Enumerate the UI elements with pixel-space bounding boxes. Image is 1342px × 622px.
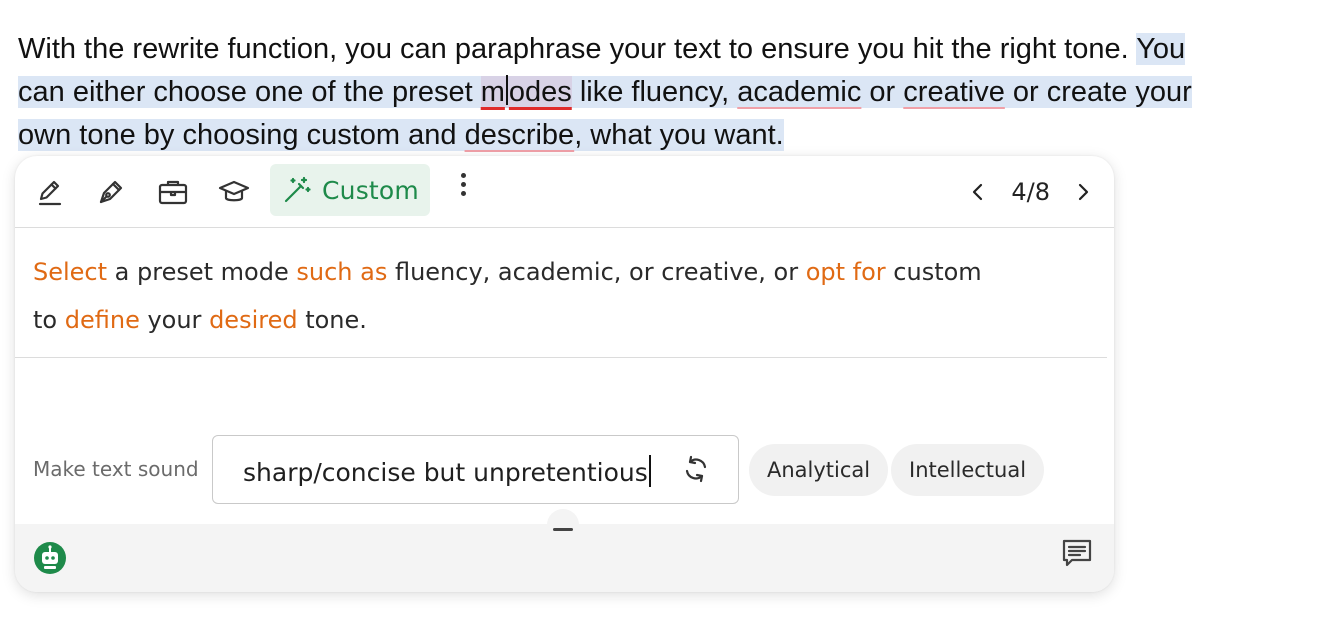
custom-mode-label: Custom bbox=[322, 175, 419, 205]
doc-text-selected: can either choose one of the preset bbox=[18, 76, 481, 108]
more-vertical-icon[interactable] bbox=[451, 170, 475, 204]
mode-toolbar: Custom 4/8 bbox=[15, 156, 1114, 228]
text-cursor bbox=[648, 455, 651, 487]
changed-word: desired bbox=[209, 306, 298, 334]
changed-word: such as bbox=[296, 258, 388, 286]
suggestion-text: fluency, academic, or creative, or bbox=[387, 258, 806, 286]
page-indicator: 4/8 bbox=[1011, 178, 1050, 206]
suggestion-pager: 4/8 bbox=[967, 172, 1094, 212]
briefcase-icon[interactable] bbox=[151, 170, 195, 214]
suggestion-text: tone. bbox=[297, 306, 367, 334]
tone-chip[interactable]: Intellectual bbox=[891, 444, 1045, 496]
custom-mode-button[interactable]: Custom bbox=[270, 164, 430, 216]
document-text[interactable]: With the rewrite function, you can parap… bbox=[18, 28, 1338, 157]
graduation-cap-icon[interactable] bbox=[212, 170, 256, 214]
doc-flagged-word[interactable]: academic bbox=[737, 76, 861, 108]
rewrite-panel: Custom 4/8 Select a preset mode such as … bbox=[15, 156, 1114, 592]
changed-word: Select bbox=[33, 258, 108, 286]
doc-misspelled-word[interactable]: m odes bbox=[480, 75, 572, 108]
chevron-right-icon[interactable] bbox=[1072, 181, 1094, 203]
doc-text-selected: own tone by choosing custom and bbox=[18, 119, 465, 151]
text-cursor bbox=[505, 75, 508, 105]
suggestion-text: a preset mode bbox=[107, 258, 297, 286]
refresh-icon[interactable] bbox=[680, 453, 712, 485]
tone-label: Make text sound bbox=[33, 457, 199, 481]
chevron-left-icon[interactable] bbox=[967, 181, 989, 203]
rewrite-suggestion[interactable]: Select a preset mode such as fluency, ac… bbox=[33, 248, 1093, 344]
tone-input-value: sharp/concise but unpretentious bbox=[243, 458, 648, 487]
suggestion-text: custom bbox=[885, 258, 982, 286]
doc-text-selected: or bbox=[861, 76, 904, 108]
pen-nib-icon[interactable] bbox=[89, 170, 133, 214]
tone-input[interactable]: sharp/concise but unpretentious bbox=[212, 435, 739, 504]
doc-text-selected: You bbox=[1136, 33, 1186, 65]
doc-flagged-word[interactable]: describe bbox=[465, 119, 575, 151]
divider bbox=[15, 357, 1107, 358]
tone-row: Make text sound sharp/concise but unpret… bbox=[15, 435, 1114, 505]
pencil-line-icon[interactable] bbox=[28, 170, 72, 214]
doc-text-selected: like fluency, bbox=[571, 76, 738, 108]
suggestion-text: your bbox=[139, 306, 210, 334]
doc-text-selected: or create your bbox=[1004, 76, 1192, 108]
doc-text: With the rewrite function, you can parap… bbox=[18, 33, 1137, 65]
tone-chip[interactable]: Analytical bbox=[749, 444, 889, 496]
feedback-icon[interactable] bbox=[1060, 536, 1094, 570]
collapse-handle[interactable] bbox=[547, 509, 579, 541]
doc-text-selected: , what you want. bbox=[574, 119, 784, 151]
assistant-bot-icon[interactable] bbox=[33, 541, 67, 575]
suggestion-text: to bbox=[33, 306, 65, 334]
changed-word: define bbox=[64, 306, 140, 334]
doc-flagged-word[interactable]: creative bbox=[903, 76, 1005, 108]
changed-word: opt for bbox=[805, 258, 886, 286]
magic-wand-icon bbox=[284, 176, 311, 203]
